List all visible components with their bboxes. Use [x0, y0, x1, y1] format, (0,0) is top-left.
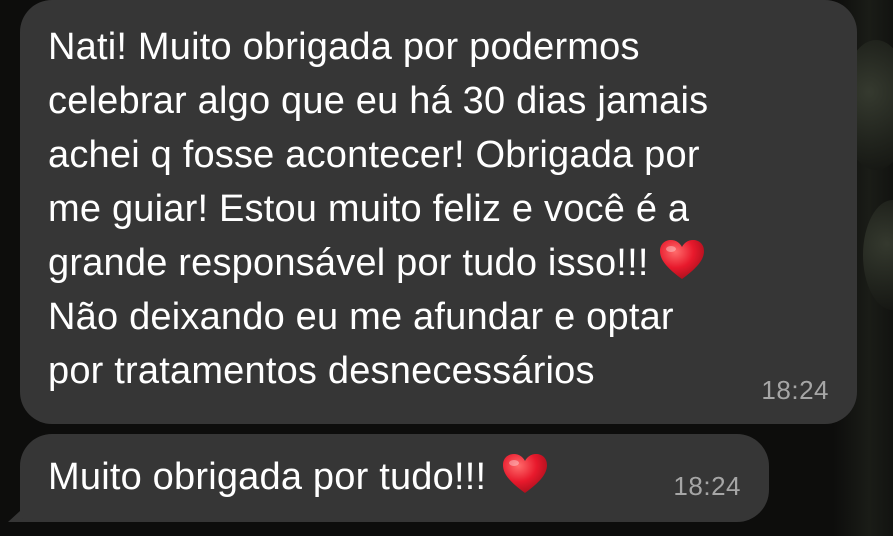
message-text-line: por tratamentos desnecessários	[48, 350, 595, 392]
message-text: grande responsável por tudo isso!!!	[48, 242, 649, 284]
heart-emoji-icon	[502, 453, 548, 495]
message-timestamp: 18:24	[761, 375, 829, 405]
heart-emoji-icon	[659, 239, 705, 281]
message-text: Muito obrigada por tudo!!!	[48, 456, 487, 498]
message-text-line: celebrar algo que eu há 30 dias jamais	[48, 80, 709, 122]
message-bubble[interactable]: Muito obrigada por tudo!!! 18:24	[20, 434, 769, 522]
message-bubble[interactable]: Nati! Muito obrigada por podermos celebr…	[20, 0, 857, 424]
message-text-line: Não deixando eu me afundar e optar	[48, 296, 674, 338]
message-text-line: Nati! Muito obrigada por podermos	[48, 26, 640, 68]
message-text-line: Muito obrigada por tudo!!!	[48, 450, 769, 504]
message-timestamp: 18:24	[673, 471, 741, 501]
message-text-line: me guiar! Estou muito feliz e você é a	[48, 188, 690, 230]
message-text-line: achei q fosse acontecer! Obrigada por	[48, 134, 700, 176]
message-text-line: grande responsável por tudo isso!!!	[48, 236, 857, 290]
